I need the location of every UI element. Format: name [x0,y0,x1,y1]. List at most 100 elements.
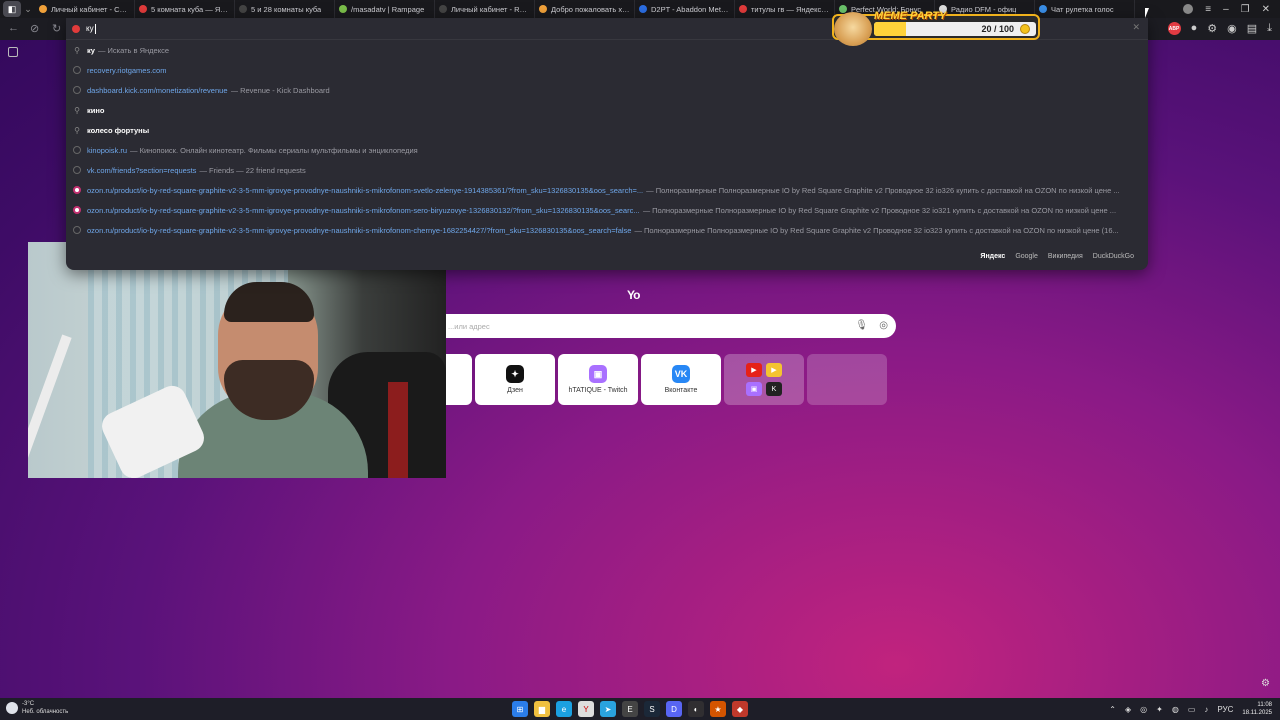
tab-favicon-icon [339,5,347,13]
tray-app-icon[interactable]: ◎ [1140,705,1147,714]
search-icon: ⚲ [74,105,80,115]
volume-icon[interactable]: ♪ [1204,705,1208,714]
refresh-icon[interactable]: ↻ [52,22,61,35]
omnibox-suggestion[interactable]: dashboard.kick.com/monetization/revenue —… [66,80,1148,100]
tab-favicon-icon [239,5,247,13]
camera-search-icon[interactable]: ◎ [879,320,888,331]
microphone-icon[interactable]: 🎙 [855,320,868,331]
browser-tab[interactable]: Личный кабинет - Comet [35,0,135,18]
extension-circle-icon[interactable]: ● [1191,22,1198,35]
sidebar-toggle-icon[interactable] [8,47,18,57]
mouse-cursor-icon [1145,8,1153,18]
search-placeholder: ...или адрес [448,321,490,331]
omnibox-suggestion[interactable]: kinopoisk.ru — Кинопоиск. Онлайн кинотеат… [66,140,1148,160]
tab-title: D2PT - Abaddon Meta It [651,4,730,14]
browser-tab[interactable]: /masadatv | Rampage [335,0,435,18]
weather-widget[interactable]: -3°C Неб. облачность [6,700,68,716]
suggestion-main-text: ozon.ru/product/io-by-red-square-graphit… [87,205,640,215]
clear-input-icon[interactable]: ✕ [1132,22,1140,33]
dota-icon[interactable]: ◆ [732,701,748,717]
adblock-plus-icon[interactable]: ABP [1167,22,1181,35]
language-indicator[interactable]: РУС [1217,705,1233,714]
telegram-icon[interactable]: ➤ [600,701,616,717]
obs-icon[interactable]: ◐ [688,701,704,717]
yandex-icon [72,24,80,33]
downloads-icon[interactable]: ⤓ [1267,22,1272,35]
omnibox-suggestion[interactable]: recovery.riotgames.com [66,60,1148,80]
edge-icon[interactable]: e [556,701,572,717]
tile-add[interactable] [807,354,887,405]
search-engine-option[interactable]: Google [1015,253,1038,260]
close-window-icon[interactable]: ✕ [1262,4,1270,15]
tile-label: Вконтакте [664,387,698,394]
tray-app-icon[interactable]: ◍ [1172,705,1179,714]
tray-chevron-icon[interactable]: ⌃ [1109,705,1116,714]
twitch-icon: ▣ [589,365,607,383]
window-controls: ≡ – ❐ ✕ [1183,4,1280,15]
alice-icon[interactable]: ◉ [1227,22,1237,35]
clock-time: 11:08 [1257,702,1272,708]
newtab-search-input[interactable]: ...или адрес 🎙 ◎ [430,314,896,338]
temperature: -3°C [22,701,35,707]
suggestion-main-text: dashboard.kick.com/monetization/revenue [87,85,228,95]
omnibox-suggestion[interactable]: ozon.ru/product/io-by-red-square-graphit… [66,180,1148,200]
twitch-icon: ▣ [746,382,762,397]
protect-icon[interactable]: ⊘ [30,22,39,35]
suggestion-list: ⚲ ку — Искать в Яндексе recovery.riotgames.… [66,40,1148,240]
search-engine-option[interactable]: Википедия [1048,253,1083,260]
tile-vk[interactable]: VK Вконтакте [641,354,721,405]
search-engine-option[interactable]: DuckDuckGo [1093,253,1134,260]
browser-tab[interactable]: Добро пожаловать хаяг [535,0,635,18]
ozon-favicon-icon [73,206,81,214]
browser-tab[interactable]: 5 и 28 комнаты куба [235,0,335,18]
tabs-list-chevron-icon[interactable]: ⌄ [21,4,35,15]
omnibox-suggestion[interactable]: vk.com/friends?section=requests — Friends… [66,160,1148,180]
epic-games-icon[interactable]: E [622,701,638,717]
start-icon[interactable]: ⊞ [512,701,528,717]
tile-group-folder[interactable]: ▶ ▶ ▣ K [724,354,804,405]
file-explorer-icon[interactable]: ▆ [534,701,550,717]
history-globe-icon [73,66,81,74]
tray-app-icon[interactable]: ✦ [1156,705,1163,714]
discord-icon[interactable]: D [666,701,682,717]
browser-tab[interactable]: 5 комната куба — Яндекс [135,0,235,18]
yandex-browser-icon[interactable]: Y [578,701,594,717]
history-globe-icon [73,166,81,174]
omnibox-suggestion[interactable]: ⚲ ку — Искать в Яндексе [66,40,1148,60]
restore-icon[interactable]: ❐ [1241,4,1250,15]
extensions-puzzle-icon[interactable]: ⚙ [1207,22,1217,35]
windows-taskbar: -3°C Неб. облачность ⊞ ▆ e Y ➤ E S D ◐ ★… [0,698,1280,720]
tile-dzen[interactable]: ✦ Дзен [475,354,555,405]
browser-menu-button[interactable]: ◧ [3,1,21,17]
browser-tab[interactable]: D2PT - Abaddon Meta It [635,0,735,18]
doge-avatar [834,12,872,46]
network-icon[interactable]: ▭ [1188,705,1196,714]
tray-app-icon[interactable]: ◈ [1125,705,1131,714]
game-app-icon[interactable]: ★ [710,701,726,717]
tab-favicon-icon [839,5,847,13]
omnibox-suggestion[interactable]: ⚲ колесо фортуны [66,120,1148,140]
omnibox-suggestion[interactable]: ozon.ru/product/io-by-red-square-graphit… [66,200,1148,220]
browser-tab[interactable]: титулы гв — Яндекс: наш [735,0,835,18]
browser-tab[interactable]: Чат рулетка голос [1035,0,1135,18]
browser-tab[interactable]: Личный кабинет - Ramp [435,0,535,18]
suggestion-description: — Искать в Яндексе [97,45,170,55]
tile-twitch[interactable]: ▣ hTATIQUE - Twitch [558,354,638,405]
hamburger-menu-icon[interactable]: ≡ [1205,4,1211,15]
search-engine-option[interactable]: Яндекс [980,253,1005,260]
collections-icon[interactable]: ▤ [1247,22,1257,35]
clock[interactable]: 11:08 18.11.2025 [1242,701,1272,717]
history-globe-icon [73,146,81,154]
omnibox-suggestion[interactable]: ozon.ru/product/io-by-red-square-graphit… [66,220,1148,240]
minimize-icon[interactable]: – [1223,4,1229,15]
weather-desc: Неб. облачность [22,709,69,715]
suggestion-description: — Полноразмерные Полноразмерные IO by Re… [642,205,1117,215]
profile-avatar[interactable] [1183,4,1194,14]
back-icon[interactable]: ← [8,22,19,34]
kick-icon: K [766,382,782,397]
omnibox-suggestion[interactable]: ⚲ кино [66,100,1148,120]
search-icon: ⚲ [74,45,80,55]
tab-favicon-icon [1039,5,1047,13]
steam-icon[interactable]: S [644,701,660,717]
settings-corner-icon[interactable]: ⚙ [1261,678,1270,689]
